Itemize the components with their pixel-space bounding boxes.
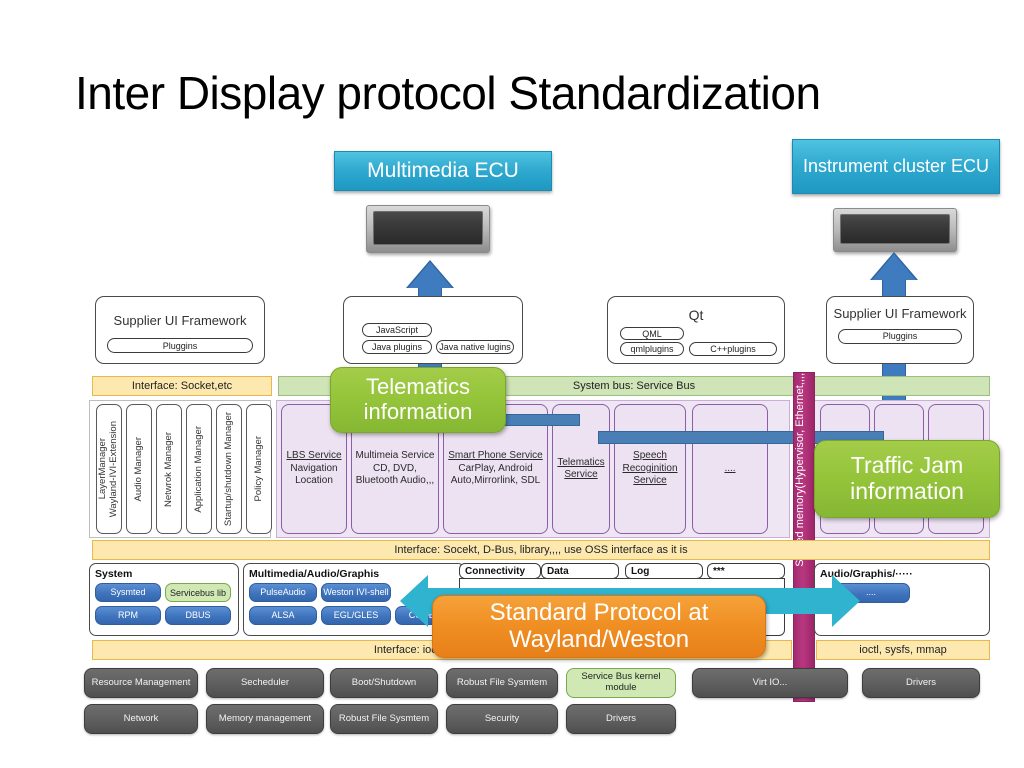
manager-label: Audio Manager [132,436,144,502]
chip-weston-ivi-shell[interactable]: Weston IVI-shell [321,583,391,602]
service-speech-recognition[interactable]: Speech Recoginition Service [614,404,686,534]
java-native-plugins-pill[interactable]: Java native lugins [436,340,514,354]
kernel-boot-shutdown[interactable]: Boot/Shutdown [330,668,438,698]
service-name: .... [724,462,736,474]
kernel-chip-label: Service Bus kernel module [581,671,661,693]
kernel-secheduler[interactable]: Secheduler [206,668,324,698]
chip-dbus[interactable]: DBUS [165,606,231,625]
service-more[interactable]: .... [692,404,768,534]
display-screen [373,211,483,245]
kernel-drivers[interactable]: Drivers [566,704,676,734]
manager-application[interactable]: Application Manager [186,404,212,534]
service-detail: CarPlay, Android Auto,Mirrorlink, SDL [450,462,541,487]
chip-egl-gles[interactable]: EGL/GLES [321,606,391,625]
qt-title: Qt [688,307,704,323]
qt-framework-box: Qt QML qmlplugins C++plugins [607,296,785,364]
diagram-canvas: Inter Display protocol Standardization M… [0,0,1024,768]
arrow-head-left [400,575,428,627]
interface-middle-bar: Interface: Socekt, D-Bus, library,,,, us… [92,540,990,560]
page-title: Inter Display protocol Standardization [75,67,821,119]
pluggins-pill[interactable]: Pluggins [107,338,253,353]
cluster-display-icon [833,208,957,252]
service-detail: Navigation Location [290,462,338,487]
manager-policy[interactable]: Policy Manager [246,404,272,534]
service-name: Smart Phone Service [448,450,543,462]
manager-audio[interactable]: Audio Manager [126,404,152,534]
manager-label: Policy Manager [252,436,264,502]
kernel-memory-management[interactable]: Memory management [206,704,324,734]
supplier-ui-framework-right: Supplier UI Framework Pluggins [826,296,974,364]
kernel-network[interactable]: Network [84,704,198,734]
framework-title: Supplier UI Framework [113,313,247,328]
multimedia-display-icon [366,205,490,253]
javascript-pill[interactable]: JavaScript [362,323,432,337]
manager-label: Application Manager [192,425,204,513]
manager-network[interactable]: Netwrok Manager [156,404,182,534]
kernel-resource-management[interactable]: Resource Management [84,668,198,698]
middleware-system-group: System Sysmted Servicebus lib RPM DBUS [89,563,239,636]
chip-alsa[interactable]: ALSA [249,606,317,625]
cppplugins-pill[interactable]: C++plugins [689,342,777,356]
callout-standard-protocol: Standard Protocol at Wayland/Weston [432,595,766,658]
kernel-security[interactable]: Security [446,704,558,734]
manager-layermanager[interactable]: LayerManager Wayland-IVI-Extension [96,404,122,534]
chip-pulseaudio[interactable]: PulseAudio [249,583,317,602]
qml-pill[interactable]: QML [620,327,684,340]
group-title: System [95,568,133,580]
pluggins-pill[interactable]: Pluggins [838,328,962,344]
manager-label: Netwrok Manager [162,431,174,507]
java-plugins-pill[interactable]: Java plugins [362,340,432,354]
arrow-head-right [832,575,860,627]
qmlplugins-pill[interactable]: qmlplugins [620,342,684,356]
callout-telematics-information: Telematics information [330,367,506,433]
interface-socket-bar: Interface: Socket,etc [92,376,272,396]
service-name: LBS Service [286,450,342,462]
kernel-robust-file-system-2[interactable]: Robust File Sysmtem [330,704,438,734]
kernel-virt-io[interactable]: Virt IO... [692,668,848,698]
service-name: Telematics Service [557,456,605,481]
chip-servicebus-lib[interactable]: Servicebus lib [165,583,231,602]
interface-ioctl-right-bar: ioctl, sysfs, mmap [816,640,990,660]
chip-sysmted[interactable]: Sysmted [95,583,161,602]
kernel-service-bus-module[interactable]: Service Bus kernel module [566,668,676,698]
manager-label: Startup/shutdown Manager [222,411,234,527]
manager-startup-shutdown[interactable]: Startup/shutdown Manager [216,404,242,534]
shared-memory-bar: Shared memory(Hypervisor, Ethernet,,,, [793,372,815,702]
multimedia-ecu-label: Multimedia ECU [334,151,552,191]
java-framework-box: JavaScript Java plugins Java native lugi… [343,296,523,364]
framework-title: Supplier UI Framework [833,306,967,321]
callout-traffic-jam-information: Traffic Jam information [814,440,1000,518]
chip-rpm[interactable]: RPM [95,606,161,625]
kernel-robust-file-system[interactable]: Robust File Sysmtem [446,668,558,698]
manager-label: LayerManager Wayland-IVI-Extension [97,420,119,518]
service-name: Speech Recoginition Service [622,450,678,487]
service-name: Multimeia Service [355,450,435,462]
supplier-ui-framework-left: Supplier UI Framework Pluggins [95,296,265,364]
service-detail: CD, DVD, Bluetooth Audio,,, [355,462,435,487]
instrument-cluster-ecu-label: Instrument cluster ECU [792,139,1000,194]
display-screen [840,214,950,244]
kernel-drivers-right[interactable]: Drivers [862,668,980,698]
